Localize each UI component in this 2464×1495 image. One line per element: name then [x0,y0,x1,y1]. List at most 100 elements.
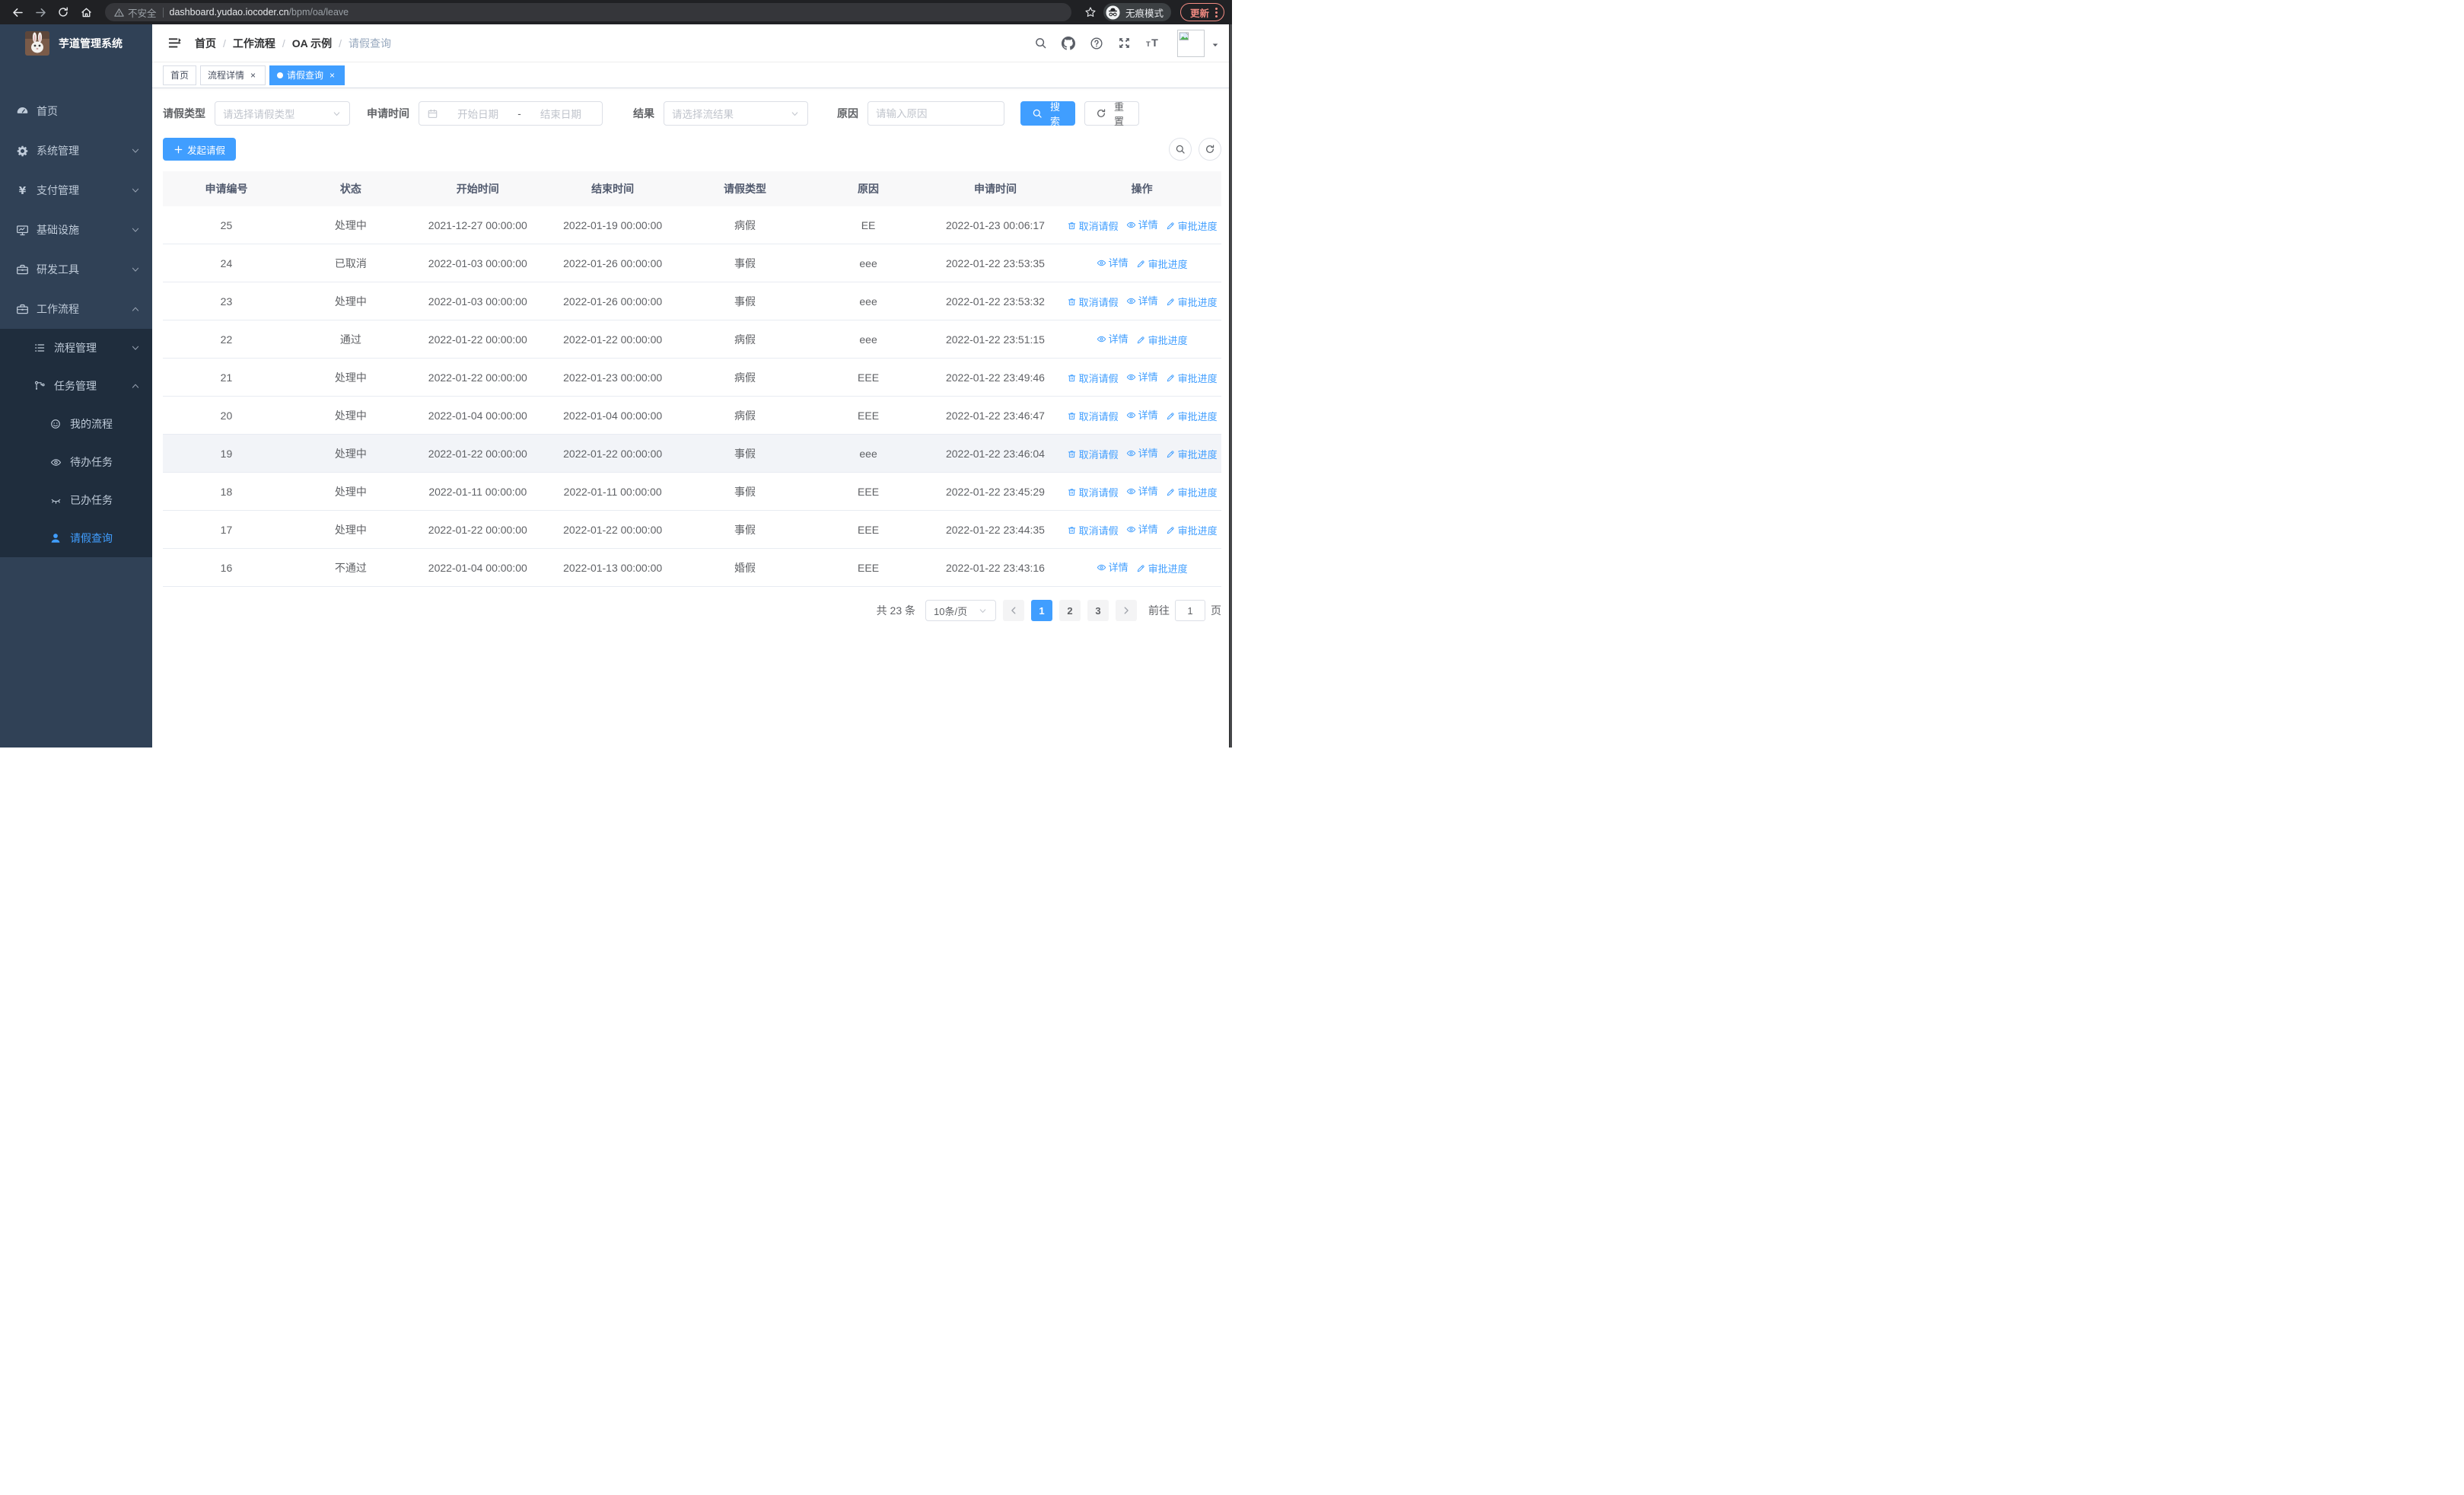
cell-end: 2022-01-13 00:00:00 [543,548,682,587]
sidebar-item-系统管理[interactable]: 系统管理 [0,131,152,171]
url-host: dashboard.yudao.iocoder.cn [169,7,289,18]
reason-input[interactable] [876,107,996,120]
search-button[interactable]: 搜索 [1020,101,1075,127]
leave-table: 申请编号 状态 开始时间 结束时间 请假类型 原因 申请时间 操作 25 处理中 2021-12-… [163,171,1221,587]
tag-tab-流程详情[interactable]: 流程详情 × [200,65,266,85]
back-icon [11,6,24,19]
github-link[interactable] [1062,36,1075,50]
progress-action-link[interactable]: 审批进度 [1136,333,1188,347]
cancel-action-link[interactable]: 取消请假 [1067,371,1119,385]
progress-action-link[interactable]: 审批进度 [1166,447,1218,461]
sidebar-item-流程管理[interactable]: 流程管理 [0,329,152,367]
sidebar-logo[interactable]: 芋道管理系统 [0,24,152,62]
column-header-操作: 操作 [1062,171,1221,206]
site-security-indicator[interactable]: 不安全 [114,5,157,20]
result-select[interactable]: 请选择流结果 [664,101,808,126]
progress-action-link[interactable]: 审批进度 [1166,295,1218,309]
progress-action-link[interactable]: 审批进度 [1136,257,1188,271]
detail-action-link[interactable]: 详情 [1126,407,1158,422]
broken-image-icon [1179,31,1190,43]
sidebar-item-首页[interactable]: 首页 [0,91,152,131]
leave-type-select[interactable]: 请选择请假类型 [215,101,350,126]
svg-text:T: T [1151,37,1158,49]
cell-status: 处理中 [289,472,412,511]
cell-start: 2022-01-03 00:00:00 [411,282,544,320]
page-button-2[interactable]: 2 [1059,600,1081,621]
detail-action-link[interactable]: 详情 [1126,483,1158,498]
sidebar-item-已办任务[interactable]: 已办任务 [0,481,152,519]
sidebar-item-请假查询[interactable]: 请假查询 [0,519,152,557]
cancel-action-link[interactable]: 取消请假 [1067,523,1119,537]
progress-action-link[interactable]: 审批进度 [1166,485,1218,499]
browser-scrollbar[interactable] [1229,24,1232,748]
breadcrumb-item-OA 示例[interactable]: OA 示例 [292,36,332,51]
question-icon [1090,37,1103,50]
sidebar-item-任务管理[interactable]: 任务管理 [0,367,152,405]
close-icon[interactable]: × [327,70,337,80]
sidebar-item-基础设施[interactable]: 基础设施 [0,210,152,250]
docs-help-button[interactable] [1090,37,1103,50]
progress-action-link[interactable]: 审批进度 [1166,523,1218,537]
breadcrumb-item-工作流程[interactable]: 工作流程 [233,36,275,51]
browser-forward-button[interactable] [30,2,50,22]
cancel-action-link[interactable]: 取消请假 [1067,218,1119,233]
progress-action-link[interactable]: 审批进度 [1166,371,1218,385]
header-search-button[interactable] [1034,37,1047,49]
cancel-action-link[interactable]: 取消请假 [1067,447,1119,461]
sidebar-item-研发工具[interactable]: 研发工具 [0,250,152,289]
progress-action-link[interactable]: 审批进度 [1166,218,1218,233]
user-avatar-menu[interactable] [1177,29,1220,57]
create-leave-button[interactable]: 发起请假 [163,138,237,161]
cancel-action-link[interactable]: 取消请假 [1067,485,1119,499]
prev-page-button[interactable] [1003,600,1024,621]
tag-tab-首页[interactable]: 首页 [163,65,197,85]
cell-reason: EE [808,206,928,244]
apply-time-range-picker[interactable]: 开始日期 - 结束日期 [419,101,603,126]
detail-action-link[interactable]: 详情 [1097,255,1129,269]
detail-action-label: 详情 [1138,448,1158,459]
detail-action-link[interactable]: 详情 [1126,293,1158,308]
cancel-action-link[interactable]: 取消请假 [1067,409,1119,423]
sidebar-collapse-button[interactable] [164,33,184,53]
fullscreen-button[interactable] [1118,37,1131,49]
progress-action-link[interactable]: 审批进度 [1166,409,1218,423]
page-size-select[interactable]: 10条/页 [925,600,996,621]
detail-action-link[interactable]: 详情 [1126,521,1158,536]
breadcrumb-item-首页[interactable]: 首页 [195,36,216,51]
detail-action-link[interactable]: 详情 [1126,217,1158,231]
next-page-button[interactable] [1116,600,1137,621]
cell-end: 2022-01-23 00:00:00 [543,358,682,397]
sidebar-item-label: 支付管理 [37,184,79,196]
cancel-action-link[interactable]: 取消请假 [1067,295,1119,309]
detail-action-link[interactable]: 详情 [1126,369,1158,384]
browser-toolbar: 不安全 dashboard.yudao.iocoder.cn/bpm/oa/le… [0,0,1232,24]
font-size-button[interactable]: TT [1145,36,1160,50]
browser-menu-icon[interactable] [1215,7,1218,18]
browser-reload-button[interactable] [53,2,73,22]
detail-action-link[interactable]: 详情 [1097,331,1129,346]
bookmark-star-button[interactable] [1081,2,1100,22]
page-button-3[interactable]: 3 [1087,600,1109,621]
close-icon[interactable]: × [248,70,258,80]
detail-action-link[interactable]: 详情 [1126,445,1158,460]
tag-tab-请假查询[interactable]: 请假查询 × [269,65,345,85]
cell-apply: 2022-01-22 23:43:16 [928,548,1063,587]
browser-back-button[interactable] [8,2,27,22]
browser-home-button[interactable] [76,2,96,22]
page-button-1[interactable]: 1 [1031,600,1052,621]
cell-type: 事假 [681,510,809,549]
sidebar-item-待办任务[interactable]: 待办任务 [0,443,152,481]
sidebar-item-支付管理[interactable]: ¥ 支付管理 [0,171,152,210]
toggle-search-button[interactable] [1169,138,1192,161]
browser-update-button[interactable]: 更新 [1179,3,1224,21]
address-bar[interactable]: 不安全 dashboard.yudao.iocoder.cn/bpm/oa/le… [105,3,1071,21]
progress-action-label: 审批进度 [1177,221,1218,232]
sidebar-item-工作流程[interactable]: 工作流程 [0,289,152,329]
jump-page-input[interactable] [1175,600,1205,621]
progress-action-link[interactable]: 审批进度 [1136,561,1188,575]
refresh-table-button[interactable] [1199,138,1221,161]
detail-action-link[interactable]: 详情 [1097,559,1129,574]
detail-action-label: 详情 [1108,257,1129,269]
reset-button[interactable]: 重置 [1084,101,1139,127]
sidebar-item-我的流程[interactable]: 我的流程 [0,405,152,443]
